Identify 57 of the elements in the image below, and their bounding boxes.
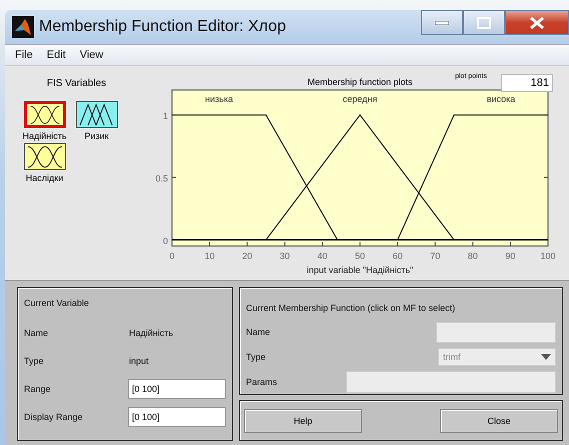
tick-label: 30 <box>280 251 290 261</box>
curve-label: низька <box>205 94 233 104</box>
tick-label: 60 <box>392 251 403 261</box>
field-label: Params <box>246 377 278 387</box>
tick-label: 0.5 <box>155 173 168 184</box>
membership-curve[interactable] <box>266 114 454 240</box>
curves-icon[interactable] <box>24 143 66 170</box>
tick-label: 0 <box>162 236 168 246</box>
maximize-icon <box>477 16 491 28</box>
tick-label: 50 <box>355 251 365 261</box>
tick-label: 20 <box>242 251 252 261</box>
tick-label: 100 <box>540 251 556 261</box>
section-title: FIS Variables <box>46 78 106 89</box>
tick-label: 80 <box>468 251 478 261</box>
tick-label: 0 <box>170 251 174 261</box>
window-title: Membership Function Editor: Хлор <box>39 18 286 36</box>
curve-label: висока <box>486 94 516 104</box>
close-icon <box>530 16 544 28</box>
action-button[interactable]: Help <box>244 408 362 432</box>
field-label: Display Range <box>24 412 84 422</box>
input-field[interactable]: [0 100] <box>128 379 226 399</box>
axis-label: input variable "Надійність" <box>306 265 414 275</box>
tick-label: 40 <box>317 251 328 261</box>
minimize-icon <box>435 20 449 24</box>
action-button[interactable]: Close <box>440 408 558 432</box>
tick-label: 90 <box>505 251 516 261</box>
menu-item[interactable]: View <box>80 49 104 61</box>
membership-curve[interactable] <box>397 114 548 240</box>
panel-title: Current Membership Function (click on MF to select) <box>246 303 456 313</box>
variable-label: Ризик <box>84 131 109 141</box>
input-field[interactable]: [0 100] <box>128 407 226 427</box>
close-button[interactable] <box>505 10 569 35</box>
membership-curve[interactable] <box>172 114 338 240</box>
field-label: Type <box>246 352 267 362</box>
dropdown-arrow-icon <box>541 354 551 360</box>
field-value: input <box>129 356 149 366</box>
menu-item[interactable]: File <box>15 49 33 61</box>
panel-title: Current Variable <box>24 298 90 308</box>
field-value: Надійність <box>129 328 174 338</box>
plot-points-field[interactable]: 181 <box>501 74 553 92</box>
variable-label: Наслідки <box>26 173 64 183</box>
curve-label: середня <box>342 94 378 104</box>
triangles-icon[interactable] <box>76 101 118 128</box>
field-label: Name <box>24 328 50 338</box>
curves-icon[interactable] <box>24 101 66 128</box>
tick-label: 10 <box>204 251 215 261</box>
field-label: Name <box>246 327 272 337</box>
field-label: Type <box>24 356 45 366</box>
variable-label: Надійність <box>22 131 67 141</box>
chart-title: Membership function plots <box>307 77 413 87</box>
tick-label: 70 <box>430 251 440 261</box>
app-icon <box>12 16 34 38</box>
menu-item[interactable]: Edit <box>46 49 66 61</box>
minimize-button[interactable] <box>421 10 463 35</box>
field-label: Range <box>24 384 52 394</box>
maximize-button[interactable] <box>463 10 505 35</box>
tick-label: 1 <box>162 110 168 121</box>
